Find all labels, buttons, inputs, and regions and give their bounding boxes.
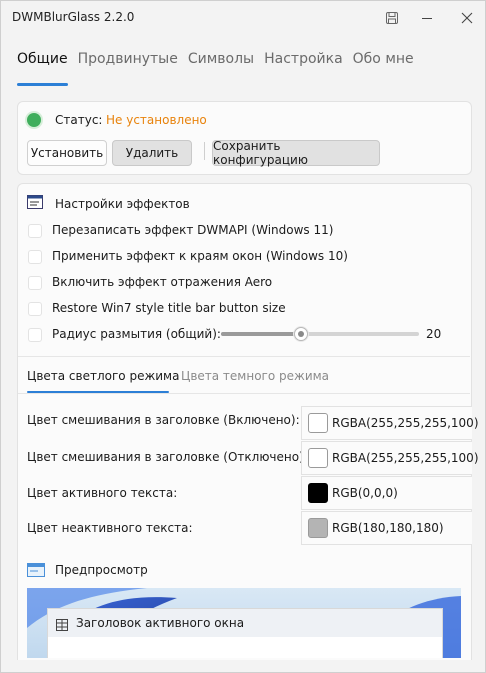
- app-grid-icon: [56, 616, 68, 635]
- color-swatch: [308, 448, 328, 468]
- tab-about[interactable]: Обо мне: [353, 51, 414, 77]
- color-value: RGBA(255,255,255,100): [332, 416, 479, 430]
- color-swatch: [308, 483, 328, 503]
- color-swatch: [308, 518, 328, 538]
- checkbox-dwmapi[interactable]: [28, 224, 42, 238]
- blur-radius-label: Радиус размытия (общий):: [52, 327, 221, 341]
- color-label-inactive-text: Цвет неактивного текста:: [27, 521, 193, 535]
- tab-symbols[interactable]: Символы: [188, 51, 254, 77]
- tab-advanced[interactable]: Продвинутые: [78, 51, 178, 77]
- tab-dark-colors[interactable]: Цвета темного режима: [181, 369, 329, 383]
- button-separator: [204, 142, 205, 160]
- checkbox-aero-reflection[interactable]: [28, 276, 42, 290]
- checkbox-win7-buttons[interactable]: [28, 302, 42, 316]
- color-value: RGB(180,180,180): [332, 521, 444, 535]
- color-value: RGB(0,0,0): [332, 486, 398, 500]
- minimize-button[interactable]: [412, 5, 442, 31]
- status-label: Статус:: [55, 113, 103, 127]
- title-bar: DWMBlurGlass 2.2.0: [1, 1, 485, 35]
- color-picker-active-text[interactable]: RGB(0,0,0): [301, 476, 472, 510]
- color-picker-active-caption[interactable]: RGBA(255,255,255,100): [301, 406, 479, 440]
- color-picker-inactive-text[interactable]: RGB(180,180,180): [301, 511, 472, 545]
- status-indicator: [27, 113, 41, 127]
- blur-radius-value: 20: [426, 327, 442, 341]
- remove-button[interactable]: Удалить: [112, 140, 192, 166]
- install-button[interactable]: Установить: [27, 140, 107, 166]
- color-label-active-text: Цвет активного текста:: [27, 486, 178, 500]
- settings-window-icon: [27, 194, 43, 210]
- color-swatch: [308, 413, 328, 433]
- checkbox-window-edges[interactable]: [28, 250, 42, 264]
- tab-settings[interactable]: Настройка: [264, 51, 343, 77]
- divider: [18, 393, 470, 394]
- window-title: DWMBlurGlass 2.2.0: [12, 10, 135, 24]
- option-window-edges-label: Применить эффект к краям окон (Windows 1…: [52, 249, 348, 263]
- main-tabs: Общие Продвинутые Символы Настройка Обо …: [17, 51, 424, 86]
- color-picker-inactive-caption[interactable]: RGBA(255,255,255,100): [301, 441, 479, 475]
- preview-window-titlebar: Заголовок активного окна: [48, 609, 442, 637]
- preview-icon: [27, 562, 45, 577]
- option-dwmapi-label: Перезаписать эффект DWMAPI (Windows 11): [52, 223, 334, 237]
- effects-heading: Настройки эффектов: [55, 197, 190, 211]
- save-icon[interactable]: [377, 5, 407, 31]
- preview-wallpaper: Заголовок активного окна: [27, 588, 461, 658]
- checkbox-blur-radius[interactable]: [28, 328, 42, 342]
- preview-window-title: Заголовок активного окна: [76, 616, 245, 630]
- tab-light-colors[interactable]: Цвета светлого режима: [27, 369, 179, 383]
- blur-radius-slider[interactable]: [221, 327, 419, 341]
- option-aero-reflection-label: Включить эффект отражения Aero: [52, 275, 273, 289]
- color-label-inactive-caption: Цвет смешивания в заголовке (Отключено):: [27, 450, 308, 464]
- preview-window: Заголовок активного окна: [47, 608, 443, 658]
- app-window: DWMBlurGlass 2.2.0 Общие Продвинутые Сим…: [0, 0, 486, 673]
- save-config-button[interactable]: Сохранить конфигурацию: [212, 139, 380, 167]
- divider: [18, 356, 470, 357]
- option-win7-buttons-label: Restore Win7 style title bar button size: [52, 301, 286, 315]
- color-label-active-caption: Цвет смешивания в заголовке (Включено):: [27, 413, 300, 427]
- close-button[interactable]: [452, 5, 482, 31]
- blur-radius-slider-fill: [221, 332, 301, 336]
- preview-window-body: [48, 637, 442, 658]
- color-value: RGBA(255,255,255,100): [332, 451, 479, 465]
- tab-general[interactable]: Общие: [17, 51, 68, 86]
- status-value: Не установлено: [106, 113, 207, 127]
- preview-heading: Предпросмотр: [55, 563, 148, 577]
